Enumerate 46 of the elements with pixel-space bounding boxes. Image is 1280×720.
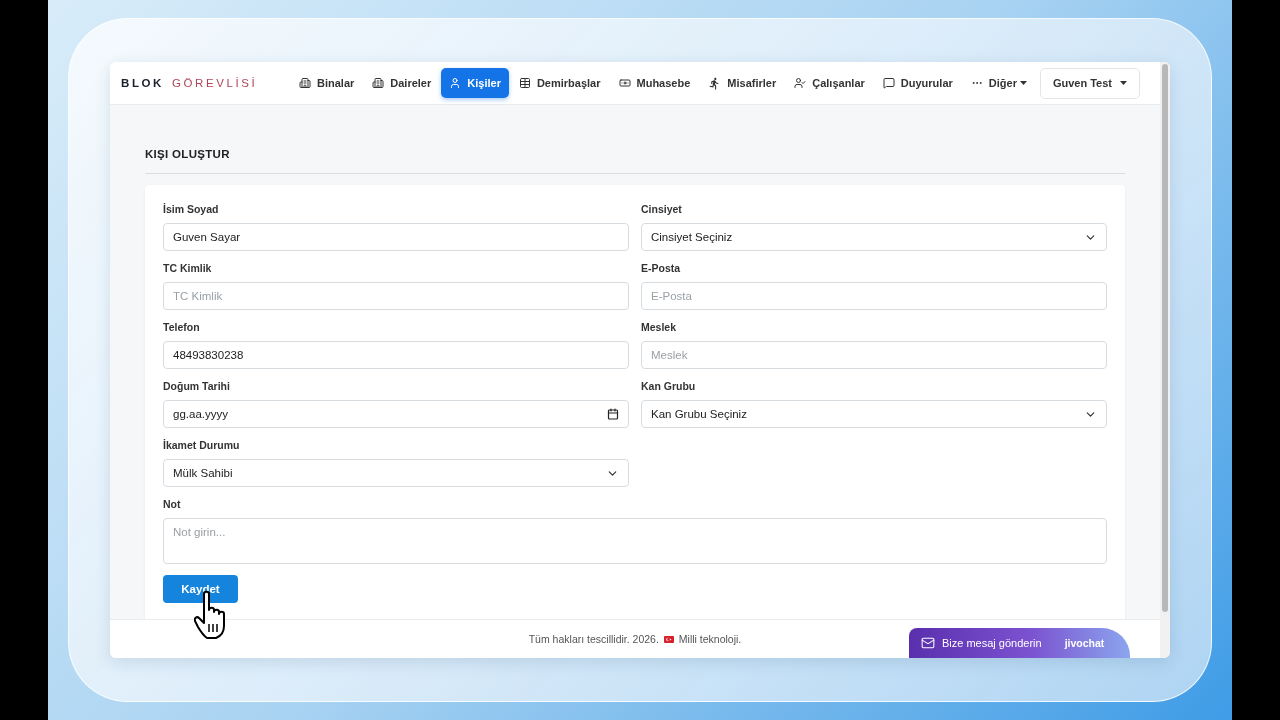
user-icon [449,77,462,89]
scrollbar[interactable] [1160,62,1170,658]
chat-label: Bize mesaj gönderin [942,637,1042,649]
field-label: Not [163,498,182,511]
field-label: İkamet Durumu [163,439,241,452]
building-icon [299,77,311,89]
message-icon [882,77,895,89]
field-label: Doğum Tarihi [163,380,231,393]
flag-icon [663,635,674,643]
footer-text: Tüm hakları tescillidir. 2026. [528,633,659,645]
select-field[interactable]: Mülk Sahibi [163,459,629,487]
save-button[interactable]: Kaydet [163,575,238,603]
field-label: İsim Soyad [163,203,220,216]
building-icon [372,77,385,89]
nav-link[interactable]: Misafirler [700,68,785,98]
text-field[interactable]: 48493830238 [163,341,629,369]
page-title: KIŞI OLUŞTUR [145,148,231,160]
field-label: Meslek [641,321,678,334]
field-label: Kan Grubu [641,380,697,393]
nav-link[interactable]: Çalışanlar [786,68,873,98]
caret-icon [1120,81,1127,85]
footer-tagline: Milli teknoloji. [678,633,742,645]
select-field[interactable]: Kan Grubu Seçiniz [641,400,1107,428]
field-label: TC Kimlik [163,262,213,275]
table-icon [518,77,531,89]
user-menu-button[interactable]: Guven Test [1039,67,1140,99]
chat-brand: jivochat [1064,637,1105,649]
nav-link[interactable]: Diğer [962,68,1035,98]
banknote-icon [618,77,631,89]
field-label: E-Posta [641,262,682,275]
field-label: Cinsiyet [641,203,683,216]
nav-link[interactable]: Duyurular [874,68,961,98]
date-field[interactable]: gg.aa.yyyy [163,400,629,428]
nav-link[interactable]: Muhasebe [610,68,699,98]
mail-icon [921,636,935,650]
calendar-icon [607,408,619,420]
chat-widget[interactable]: Bize mesaj gönderin jivochat [909,628,1130,658]
user-check-icon [794,77,807,89]
nav-link[interactable]: Binalar [291,68,363,98]
text-field[interactable]: Guven Sayar [163,223,629,251]
brand-logo[interactable]: BLOK GÖREVLİSİ [121,77,291,89]
nav-link[interactable]: Demirbaşlar [510,68,609,98]
select-field[interactable]: Cinsiyet Seçiniz [641,223,1107,251]
nav-link[interactable]: Kişiler [441,68,509,98]
nav-link[interactable]: Daireler [364,68,440,98]
field-label: Telefon [163,321,201,334]
